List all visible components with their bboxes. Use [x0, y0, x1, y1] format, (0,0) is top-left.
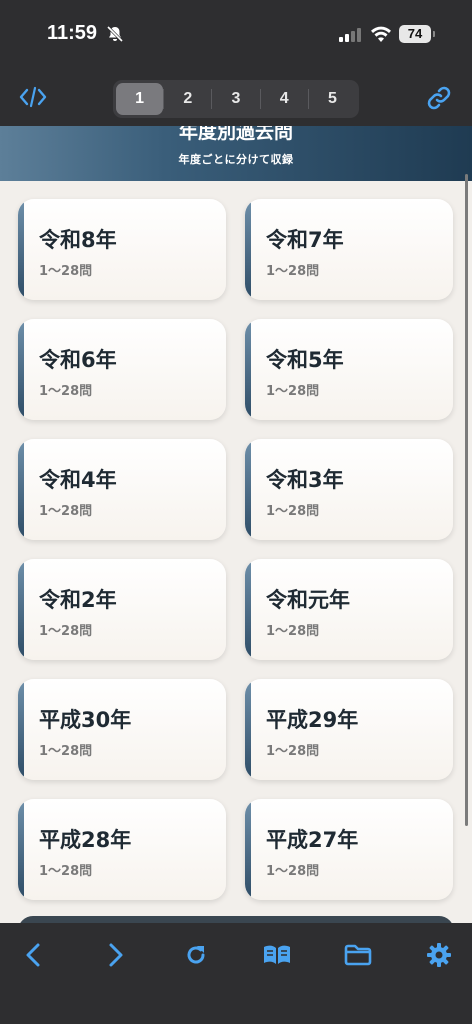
status-time: 11:59 [47, 22, 98, 44]
year-card-range: 1〜28問 [39, 624, 93, 639]
year-card-range: 1〜28問 [39, 504, 93, 519]
page-tab-5[interactable]: 5 [309, 83, 356, 115]
year-card[interactable]: 令和3年 1〜28問 [245, 439, 453, 540]
year-card-title: 令和7年 [266, 228, 344, 252]
year-card[interactable]: 令和2年 1〜28問 [18, 559, 226, 660]
page-tab-4[interactable]: 4 [261, 83, 308, 115]
year-card-range: 1〜28問 [266, 624, 320, 639]
year-card-range: 1〜28問 [266, 264, 320, 279]
year-card-range: 1〜28問 [266, 864, 320, 879]
year-card[interactable]: 令和元年 1〜28問 [245, 559, 453, 660]
year-card-title: 令和6年 [39, 348, 117, 372]
reload-icon[interactable] [183, 942, 209, 972]
year-card[interactable]: 平成30年 1〜28問 [18, 679, 226, 780]
top-toolbar: 1 2 3 4 5 [0, 68, 472, 126]
code-icon[interactable] [18, 85, 48, 113]
bell-muted-icon [106, 25, 124, 47]
back-icon[interactable] [21, 942, 45, 972]
year-card-title: 令和5年 [266, 348, 344, 372]
folder-icon[interactable] [344, 942, 372, 972]
year-card[interactable]: 平成27年 1〜28問 [245, 799, 453, 900]
forward-icon[interactable] [104, 942, 128, 972]
year-card-title: 令和2年 [39, 588, 117, 612]
year-card[interactable]: 令和7年 1〜28問 [245, 199, 453, 300]
year-card[interactable]: 令和5年 1〜28問 [245, 319, 453, 420]
bottom-toolbar [0, 923, 472, 1024]
year-card[interactable]: 令和8年 1〜28問 [18, 199, 226, 300]
page-tab-2[interactable]: 2 [164, 83, 211, 115]
year-card-range: 1〜28問 [266, 384, 320, 399]
year-card-title: 令和8年 [39, 228, 117, 252]
year-card[interactable]: 平成28年 1〜28問 [18, 799, 226, 900]
link-icon[interactable] [425, 84, 453, 116]
page-tab-3[interactable]: 3 [212, 83, 259, 115]
wifi-icon [370, 25, 392, 47]
year-card-range: 1〜28問 [39, 864, 93, 879]
scrollbar[interactable] [465, 174, 468, 826]
book-icon[interactable] [262, 942, 292, 972]
cellular-signal-icon [339, 27, 361, 42]
year-card-range: 1〜28問 [39, 264, 93, 279]
year-card-grid: 令和8年 1〜28問 令和7年 1〜28問 令和6年 1〜28問 令和5年 1〜… [0, 181, 472, 923]
page-selector: 1 2 3 4 5 [113, 80, 359, 118]
page-tab-1[interactable]: 1 [116, 83, 164, 115]
year-card[interactable]: 令和6年 1〜28問 [18, 319, 226, 420]
year-card-title: 平成28年 [39, 828, 132, 852]
battery-indicator: 74 [399, 25, 435, 43]
year-card[interactable]: 令和4年 1〜28問 [18, 439, 226, 540]
year-card-range: 1〜28問 [39, 384, 93, 399]
status-bar: 11:59 74 [0, 0, 472, 68]
year-card-range: 1〜28問 [266, 744, 320, 759]
year-card-title: 令和4年 [39, 468, 117, 492]
year-card-range: 1〜28問 [266, 504, 320, 519]
year-card-title: 平成27年 [266, 828, 359, 852]
year-card-range: 1〜28問 [39, 744, 93, 759]
gear-icon[interactable] [426, 942, 452, 972]
year-card-title: 平成29年 [266, 708, 359, 732]
year-card-title: 令和3年 [266, 468, 344, 492]
year-card[interactable]: 平成29年 1〜28問 [245, 679, 453, 780]
header-title: 年度別過去問 [178, 126, 293, 143]
header-subtitle: 年度ごとに分けて収録 [178, 153, 294, 166]
section-header: 年度別過去問 年度ごとに分けて収録 [0, 126, 472, 181]
next-section-card[interactable] [18, 916, 454, 923]
year-card-title: 平成30年 [39, 708, 132, 732]
year-card-title: 令和元年 [266, 588, 350, 612]
